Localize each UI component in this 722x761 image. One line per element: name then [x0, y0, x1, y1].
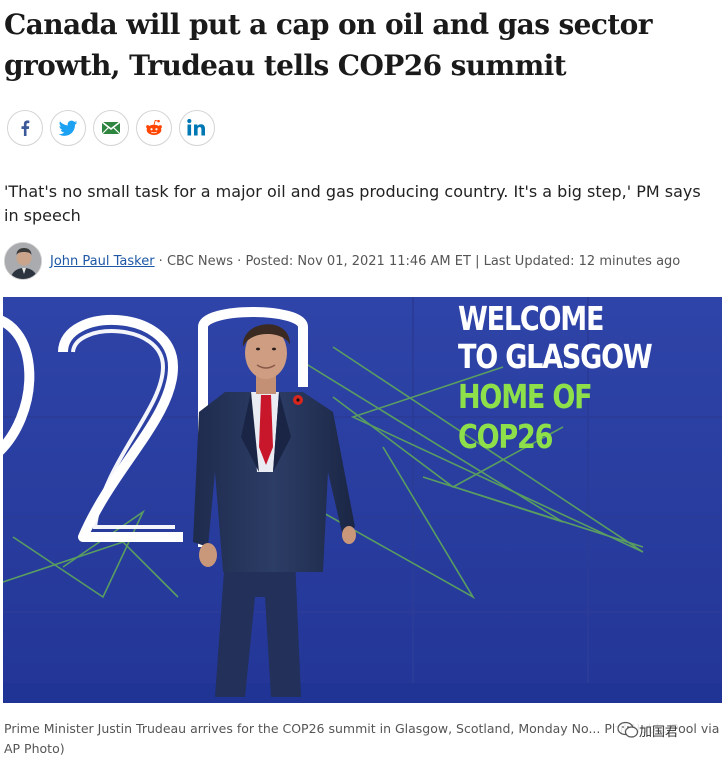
photo-caption: Prime Minister Justin Trudeau arrives fo…: [4, 721, 720, 756]
wechat-icon: [617, 721, 639, 738]
article-headline: Canada will put a cap on oil and gas sec…: [4, 8, 653, 82]
share-toolbar: [7, 110, 215, 146]
article-photo[interactable]: WELCOME TO GLASGOW HOME OF COP26: [3, 297, 722, 703]
byline-separator: |: [470, 253, 484, 269]
share-twitter-button[interactable]: [50, 110, 86, 146]
share-email-button[interactable]: [93, 110, 129, 146]
byline-outlet: · CBC News ·: [154, 253, 246, 269]
facebook-icon: [21, 120, 30, 136]
sign-line-glasgow: TO GLASGOW: [458, 337, 653, 376]
share-facebook-button[interactable]: [7, 110, 43, 146]
author-avatar[interactable]: [4, 242, 42, 280]
watermark: 加国君: [614, 719, 679, 741]
share-reddit-button[interactable]: [136, 110, 172, 146]
twitter-icon: [58, 120, 78, 136]
watermark-text: 加国君: [639, 724, 679, 740]
author-link[interactable]: John Paul Tasker: [50, 254, 155, 269]
sign-line-cop26: COP26: [458, 417, 553, 456]
sign-line-home-of: HOME OF: [458, 377, 593, 416]
reddit-icon: [146, 119, 162, 135]
email-icon: [101, 121, 121, 135]
updated-date: Last Updated: 12 minutes ago: [483, 253, 681, 269]
sign-line-welcome: WELCOME: [458, 299, 604, 338]
linkedin-icon: [187, 118, 205, 136]
byline: John Paul Tasker · CBC News · Posted: No…: [4, 241, 680, 281]
posted-date: Posted: Nov 01, 2021 11:46 AM ET: [245, 253, 471, 269]
article-deck: 'That's no small task for a major oil an…: [4, 182, 701, 225]
share-linkedin-button[interactable]: [179, 110, 215, 146]
